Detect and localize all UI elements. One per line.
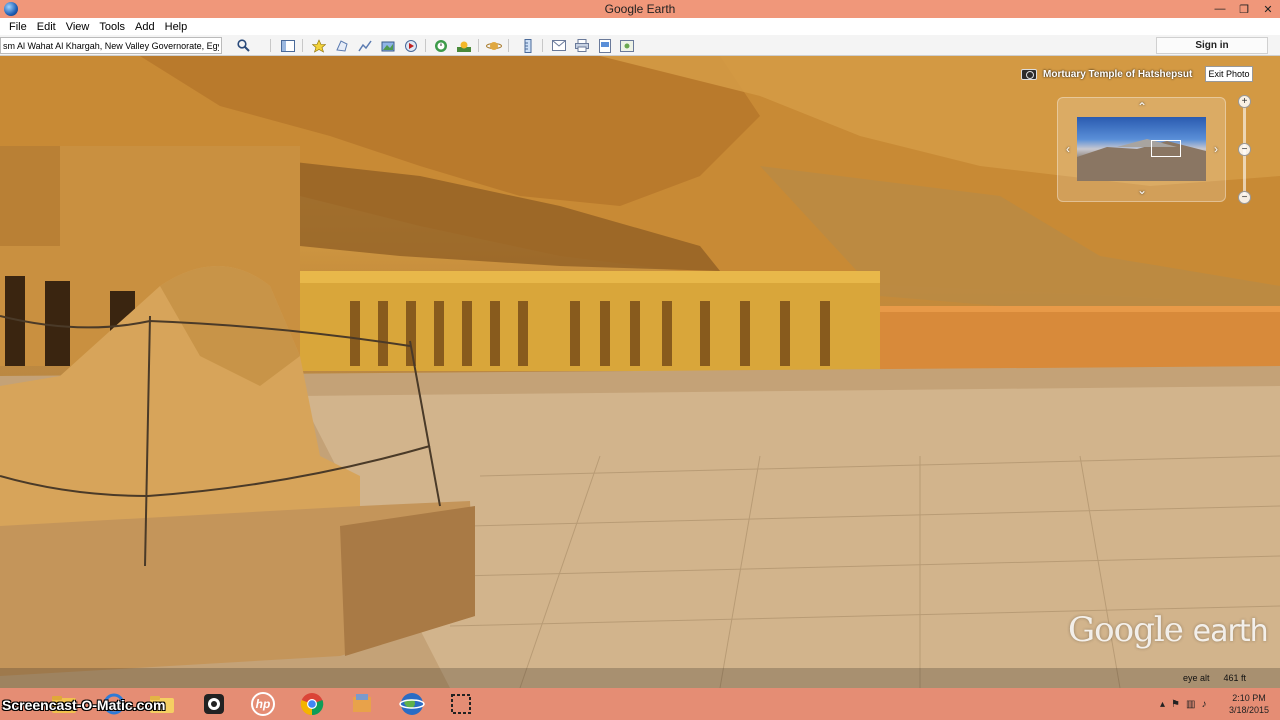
camera-app-icon[interactable] — [194, 690, 234, 718]
clock-time: 2:10 PM — [1232, 693, 1266, 703]
window-title: Google Earth — [604, 2, 676, 16]
pan-up-icon[interactable]: ⌃ — [1135, 100, 1149, 114]
menu-edit[interactable]: Edit — [32, 21, 61, 33]
system-tray: ▴ ⚑ ▥ ♪ — [1160, 690, 1206, 718]
google-earth-logo: Google earth — [1068, 610, 1269, 650]
photo-title-text: Mortuary Temple of Hatshepsut — [1043, 68, 1193, 80]
zoom-in-button[interactable]: + — [1238, 95, 1251, 108]
panorama-preview — [1077, 139, 1206, 181]
pan-right-icon[interactable]: › — [1209, 142, 1223, 156]
viewport-indicator[interactable] — [1151, 140, 1181, 157]
menu-view[interactable]: View — [61, 21, 95, 33]
historical-imagery-icon[interactable] — [432, 37, 450, 54]
window-controls: — ❐ ✕ — [1208, 0, 1280, 18]
zoom-out-button[interactable]: − — [1238, 191, 1251, 204]
logo-earth: earth — [1192, 614, 1269, 649]
toolbar-divider — [270, 39, 271, 52]
toolbar-divider — [425, 39, 426, 52]
menu-file[interactable]: File — [4, 21, 32, 33]
hp-icon[interactable]: hp — [243, 690, 283, 718]
flag-icon[interactable]: ⚑ — [1171, 699, 1180, 710]
close-button[interactable]: ✕ — [1256, 0, 1280, 18]
toolbar-divider — [508, 39, 509, 52]
logo-google: Google — [1068, 610, 1184, 650]
print-icon[interactable] — [573, 37, 591, 54]
ruler-icon[interactable] — [519, 37, 537, 54]
planets-icon[interactable] — [485, 37, 503, 54]
sidebar-icon[interactable] — [279, 37, 297, 54]
toolbar-divider — [542, 39, 543, 52]
email-icon[interactable] — [550, 37, 568, 54]
search-input[interactable] — [0, 37, 222, 54]
file-manager-icon[interactable] — [342, 690, 382, 718]
image-overlay-icon[interactable] — [379, 37, 397, 54]
menu-tools[interactable]: Tools — [94, 21, 130, 33]
eye-alt-value: 461 ft — [1223, 673, 1247, 683]
network-icon[interactable]: ▥ — [1186, 699, 1195, 710]
eye-altitude: eye alt 461 ft — [1183, 673, 1246, 683]
path-icon[interactable] — [356, 37, 374, 54]
volume-icon[interactable]: ♪ — [1201, 699, 1206, 710]
google-earth-icon[interactable] — [392, 690, 432, 718]
save-image-icon[interactable] — [596, 37, 614, 54]
toolbar: Sign in — [0, 35, 1280, 56]
zoom-slider-thumb[interactable]: − — [1238, 143, 1251, 156]
camera-icon — [1021, 68, 1037, 80]
menu-help[interactable]: Help — [160, 21, 193, 33]
pan-down-icon[interactable]: ⌄ — [1135, 183, 1149, 197]
maps-icon[interactable] — [618, 37, 636, 54]
exit-photo-button[interactable]: Exit Photo — [1205, 66, 1253, 82]
polygon-icon[interactable] — [333, 37, 351, 54]
screencast-watermark: Screencast-O-Matic.com — [2, 697, 166, 713]
tour-icon[interactable] — [402, 37, 420, 54]
menu-add[interactable]: Add — [130, 21, 160, 33]
search-icon[interactable] — [234, 37, 252, 54]
toolbar-divider — [478, 39, 479, 52]
restore-button[interactable]: ❐ — [1232, 0, 1256, 18]
menu-bar: File Edit View Tools Add Help — [0, 18, 1280, 35]
minimize-button[interactable]: — — [1208, 0, 1232, 18]
eye-alt-label: eye alt — [1183, 673, 1210, 683]
toolbar-divider — [302, 39, 303, 52]
taskbar-clock[interactable]: 2:10 PM 3/18/2015 — [1222, 692, 1276, 716]
sun-icon[interactable] — [455, 37, 473, 54]
chrome-icon[interactable] — [292, 690, 332, 718]
placemark-icon[interactable] — [310, 37, 328, 54]
tray-up-arrow-icon[interactable]: ▴ — [1160, 699, 1165, 710]
sign-in-button[interactable]: Sign in — [1156, 37, 1268, 54]
windows-taskbar — [0, 688, 1280, 720]
pan-left-icon[interactable]: ‹ — [1061, 142, 1075, 156]
hp-logo-text: hp — [256, 697, 271, 711]
status-bar — [0, 668, 1280, 688]
photo-title: Mortuary Temple of Hatshepsut — [1021, 67, 1192, 81]
clock-date: 3/18/2015 — [1228, 705, 1270, 715]
title-bar: Google Earth — ❐ ✕ — [0, 0, 1280, 18]
snipping-tool-icon[interactable] — [441, 690, 481, 718]
panorama-thumbnail[interactable] — [1077, 117, 1206, 181]
